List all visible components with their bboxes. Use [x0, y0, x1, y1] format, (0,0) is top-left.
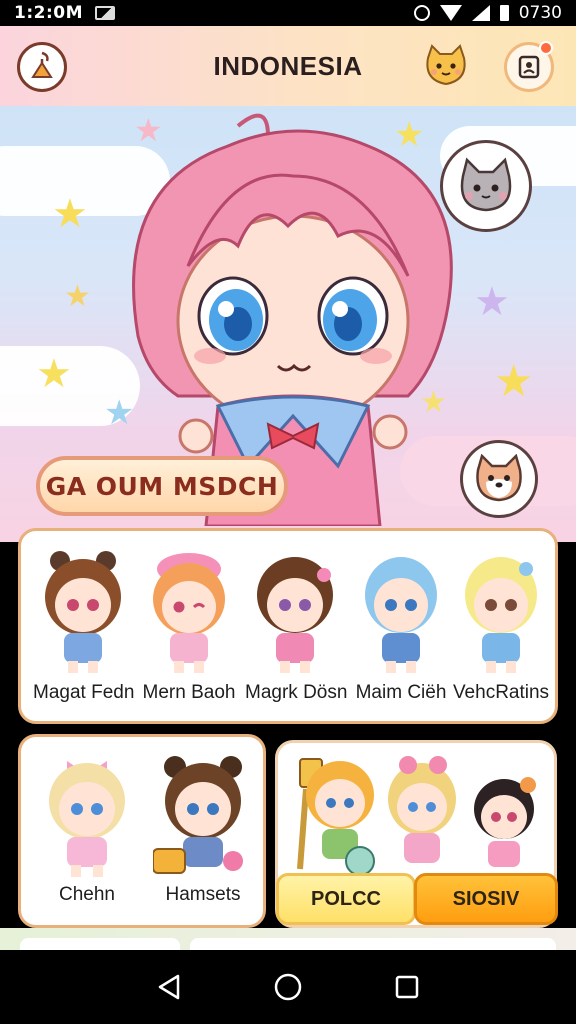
hotspot-icon: [413, 5, 430, 21]
status-time: 1:2:0M: [14, 3, 83, 23]
star-icon: ★: [36, 352, 72, 396]
character-name: Mern Baoh: [142, 682, 236, 703]
app-header: INDONESIA: [0, 26, 576, 106]
character-name: Chehn: [59, 884, 115, 905]
character-name: Magrk Dösn: [245, 682, 348, 703]
system-nav-bar: [0, 950, 576, 1024]
hero-banner-label: GA OUM MSDCH: [45, 471, 279, 501]
hero-section: ★ ★ ★ ★ ★ ★ ★ ★ ★ GA OUM MSDCH: [0, 106, 576, 542]
character-name: Hamsets: [165, 884, 241, 905]
siosiv-button[interactable]: SIOSIV: [414, 873, 558, 925]
cat-face-icon[interactable]: [422, 44, 470, 88]
recent-square-icon: [395, 975, 418, 999]
character-card[interactable]: Magat Fedn: [33, 547, 135, 704]
character-group-illustration[interactable]: [282, 749, 556, 875]
character-name: VehcRatins: [452, 682, 550, 703]
gallery-notification-icon: [95, 6, 115, 20]
profile-button[interactable]: [504, 41, 554, 92]
character-card[interactable]: VehcRatins: [451, 547, 551, 704]
wifi-icon: [439, 5, 462, 21]
kite-button[interactable]: [17, 42, 67, 92]
star-icon: ★: [474, 280, 510, 324]
profile-card-icon: [518, 55, 540, 79]
status-bar: 1:2:0M 0730: [0, 0, 576, 26]
character-card[interactable]: Magrk Dösn: [245, 547, 348, 704]
character-panel-top: Magat Fedn Mern Baoh Magrk Dösn Maim Cië…: [18, 528, 558, 724]
character-card[interactable]: Maim Ciëh: [351, 547, 451, 704]
dog-bubble[interactable]: [460, 440, 538, 518]
nav-home-button[interactable]: [263, 962, 313, 1012]
chibi-portrait: [365, 557, 437, 673]
page-title: INDONESIA: [213, 50, 363, 81]
character-card[interactable]: Hamsets: [149, 749, 257, 906]
character-name: Maim Ciëh: [355, 682, 447, 703]
chibi-portrait: [465, 557, 537, 673]
dog-face-icon: [476, 454, 522, 502]
polcc-button[interactable]: POLCC: [276, 873, 416, 925]
back-triangle-icon: [159, 974, 180, 1000]
kite-icon: [31, 51, 53, 78]
character-panel-bottom-left: Chehn Hamsets: [18, 734, 266, 928]
chibi-portrait: [45, 551, 121, 673]
hero-banner-button[interactable]: GA OUM MSDCH: [36, 456, 288, 516]
chibi-portrait: [152, 756, 243, 874]
character-card[interactable]: Mern Baoh: [139, 547, 239, 704]
character-name: Magat Fedn: [33, 682, 135, 703]
chibi-portrait: [49, 761, 125, 877]
star-icon: ★: [494, 357, 534, 406]
home-circle-icon: [274, 973, 302, 1001]
signal-icon: [471, 5, 490, 21]
chibi-portrait: [153, 553, 225, 673]
battery-text: 0730: [518, 3, 562, 23]
star-icon: ★: [64, 280, 91, 313]
battery-icon: [499, 5, 509, 21]
star-icon: ★: [52, 192, 88, 236]
nav-back-button[interactable]: [144, 962, 194, 1012]
character-card[interactable]: Chehn: [35, 749, 139, 906]
notification-dot: [539, 41, 553, 55]
nav-recent-button[interactable]: [382, 962, 432, 1012]
chibi-portrait: [257, 557, 333, 673]
